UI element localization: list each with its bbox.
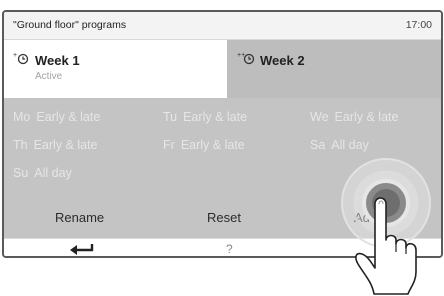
schedule-cell-mo[interactable]: Mo Early & late (13, 110, 100, 124)
tab-week-1-label: Week 1 (35, 53, 80, 68)
tab-week-1-status: Active (35, 71, 63, 82)
schedule-grid: Mo Early & late Tu Early & late We Early & … (4, 98, 441, 201)
svg-text:+: + (13, 52, 17, 59)
schedule-row: Th Early & late Fr Early & late Sa All day (4, 138, 441, 158)
help-button[interactable]: ? (226, 242, 233, 256)
schedule-row: Su All day (4, 166, 441, 186)
clock: 17:00 (405, 19, 432, 31)
schedule-cell-tu[interactable]: Tu Early & late (163, 110, 247, 124)
schedule-cell-sa[interactable]: Sa All day (310, 138, 369, 152)
tab-week-1[interactable]: + Week 1 Active (4, 40, 227, 98)
page-title: "Ground floor" programs (13, 19, 127, 31)
tab-week-2[interactable]: ++ Week 2 (227, 40, 441, 98)
schedule-cell-su[interactable]: Su All day (13, 166, 72, 180)
schedule-row: Mo Early & late Tu Early & late We Early & … (4, 110, 441, 130)
tab-bar: + Week 1 Active ++ Week 2 (4, 40, 441, 98)
tab-week-2-label: Week 2 (260, 53, 305, 68)
schedule-cell-we[interactable]: We Early & late (310, 110, 398, 124)
schedule-cell-th[interactable]: Th Early & late (13, 138, 98, 152)
clock-icon: + (13, 51, 29, 68)
schedule-cell-fr[interactable]: Fr Early & late (163, 138, 245, 152)
pointing-hand-icon (355, 197, 417, 295)
back-arrow-icon[interactable] (68, 241, 98, 256)
title-bar: "Ground floor" programs 17:00 (4, 12, 441, 40)
reset-button[interactable]: Reset (207, 210, 241, 225)
rename-button[interactable]: Rename (55, 210, 104, 225)
clock-icon: ++ (237, 51, 255, 68)
